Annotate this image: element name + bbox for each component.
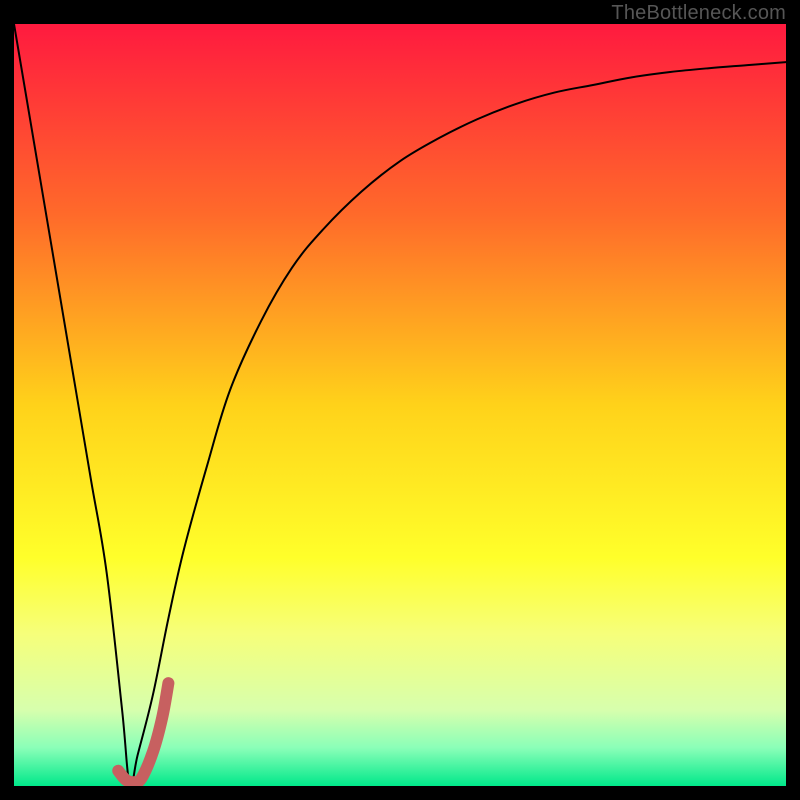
chart-background xyxy=(14,24,786,786)
watermark-text: TheBottleneck.com xyxy=(611,2,786,25)
bottleneck-chart xyxy=(14,24,786,786)
chart-frame xyxy=(14,24,786,786)
